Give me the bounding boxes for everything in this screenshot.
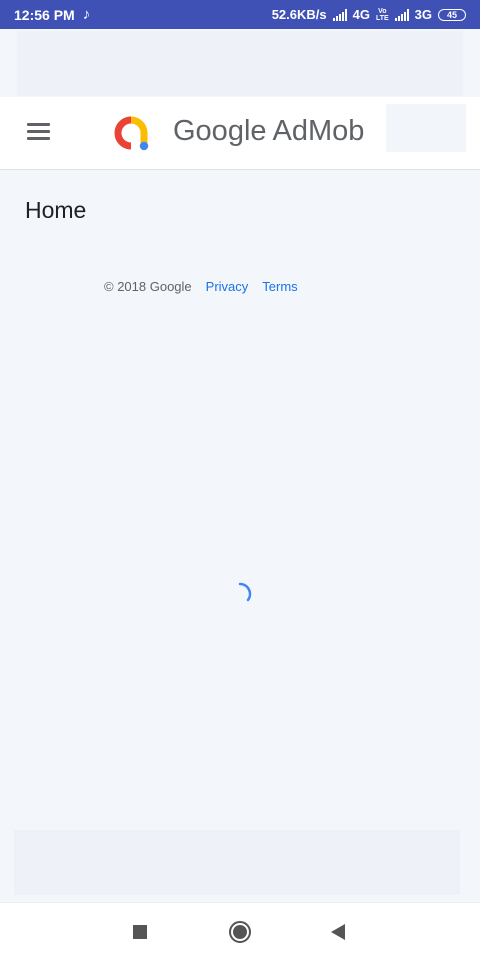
tiktok-icon: ♪: [82, 6, 91, 23]
volte-icon: Vo LTE: [375, 7, 389, 22]
recents-icon[interactable]: [127, 919, 153, 945]
status-time: 12:56 PM: [14, 6, 75, 23]
copyright-text: © 2018 Google: [104, 279, 192, 294]
account-placeholder[interactable]: [386, 104, 466, 152]
privacy-link[interactable]: Privacy: [206, 279, 249, 294]
menu-icon[interactable]: [27, 121, 51, 141]
footer-links: © 2018 Google Privacy Terms: [104, 279, 298, 294]
status-bar: 12:56 PM ♪ 52.6KB/s 4G Vo LTE 3G 45: [0, 0, 480, 29]
brand-product: AdMob: [272, 115, 365, 147]
signal-icon: [332, 8, 347, 21]
terms-link[interactable]: Terms: [262, 279, 297, 294]
home-icon[interactable]: [227, 919, 253, 945]
network-speed: 52.6KB/s: [271, 7, 327, 22]
loading-spinner-icon: [238, 582, 252, 602]
network-type-2: 3G: [414, 7, 432, 22]
bottom-ad-placeholder: [14, 830, 460, 895]
back-icon[interactable]: [325, 919, 351, 945]
battery-icon: 45: [438, 8, 466, 21]
network-type-1: 4G: [352, 7, 370, 22]
brand-name: Google AdMob: [173, 115, 364, 148]
page-title: Home: [25, 197, 87, 223]
brand-google: Google: [173, 115, 267, 147]
admob-logo-icon: [114, 116, 149, 151]
navigation-bar: [0, 902, 480, 960]
app-header: Google AdMob: [0, 97, 480, 170]
signal-icon: [394, 8, 409, 21]
top-ad-placeholder: [17, 31, 463, 96]
